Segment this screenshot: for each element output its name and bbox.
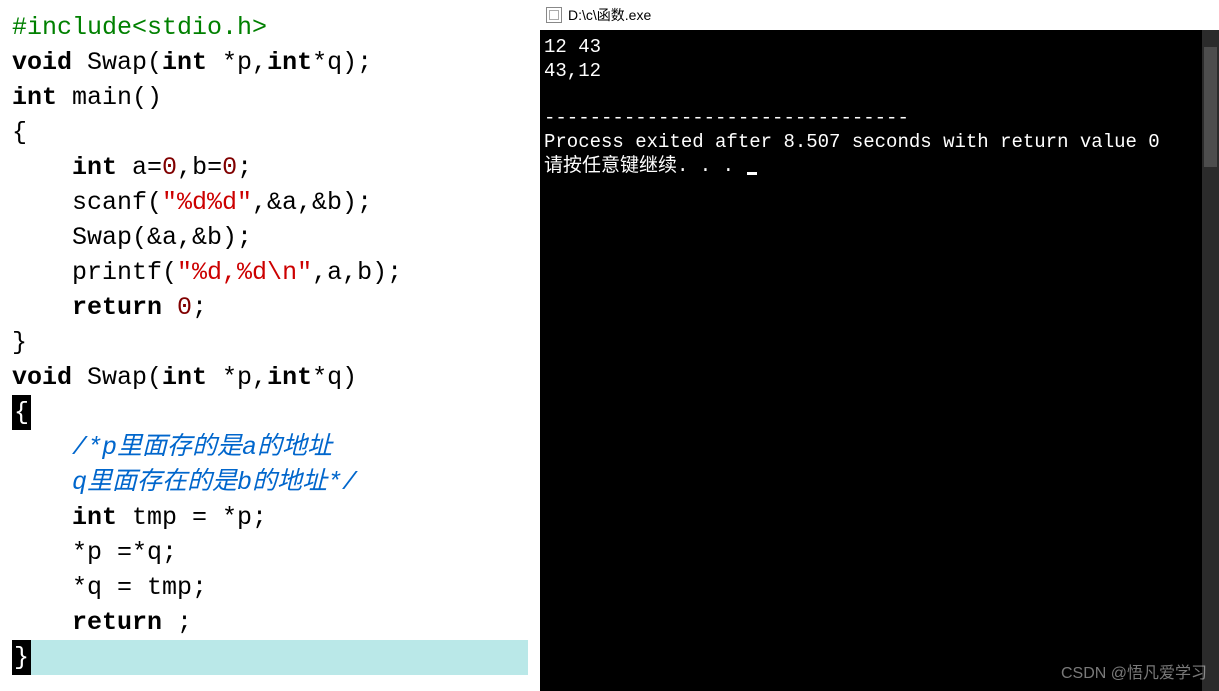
code-line-swap-call: Swap(&a,&b); <box>12 220 528 255</box>
code-line-tmp-decl: int tmp = *p; <box>12 500 528 535</box>
code-line-brace-open: { <box>12 115 528 150</box>
code-line-p-assign: *p =*q; <box>12 535 528 570</box>
console-output-line: 43,12 <box>544 60 601 82</box>
code-line-q-assign: *q = tmp; <box>12 570 528 605</box>
console-continue-prompt: 请按任意键继续. . . <box>544 155 745 177</box>
code-line-brace-open-swap: { <box>12 395 528 430</box>
console-scrollbar-thumb[interactable] <box>1204 47 1217 167</box>
code-line-comment-1: /*p里面存的是a的地址 <box>12 430 528 465</box>
code-line-brace-close-swap: } <box>12 640 528 675</box>
console-separator: -------------------------------- <box>544 107 909 129</box>
code-line-printf: printf("%d,%d\n",a,b); <box>12 255 528 290</box>
code-line-comment-2: q里面存在的是b的地址*/ <box>12 465 528 500</box>
console-title-text: D:\c\函数.exe <box>568 5 651 25</box>
console-app-icon <box>546 7 562 23</box>
console-scrollbar[interactable] <box>1202 30 1219 691</box>
code-line-main-decl: int main() <box>12 80 528 115</box>
watermark: CSDN @悟凡爱学习 <box>1061 659 1207 683</box>
code-line-var-decl: int a=0,b=0; <box>12 150 528 185</box>
console-exit-message: Process exited after 8.507 seconds with … <box>544 131 1160 153</box>
code-line-swap-decl: void Swap(int *p,int*q); <box>12 45 528 80</box>
code-editor-pane[interactable]: #include<stdio.h> void Swap(int *p,int*q… <box>0 0 540 691</box>
code-line-swap-def: void Swap(int *p,int*q) <box>12 360 528 395</box>
console-title-bar[interactable]: D:\c\函数.exe <box>540 0 1219 30</box>
console-output[interactable]: 12 43 43,12 ----------------------------… <box>540 30 1219 691</box>
console-pane: D:\c\函数.exe 12 43 43,12 ----------------… <box>540 0 1219 691</box>
console-cursor <box>747 172 757 175</box>
code-line-brace-close: } <box>12 325 528 360</box>
code-line-scanf: scanf("%d%d",&a,&b); <box>12 185 528 220</box>
code-line-return-swap: return ; <box>12 605 528 640</box>
code-line-return-main: return 0; <box>12 290 528 325</box>
console-input-line: 12 43 <box>544 36 601 58</box>
code-line-include: #include<stdio.h> <box>12 10 528 45</box>
